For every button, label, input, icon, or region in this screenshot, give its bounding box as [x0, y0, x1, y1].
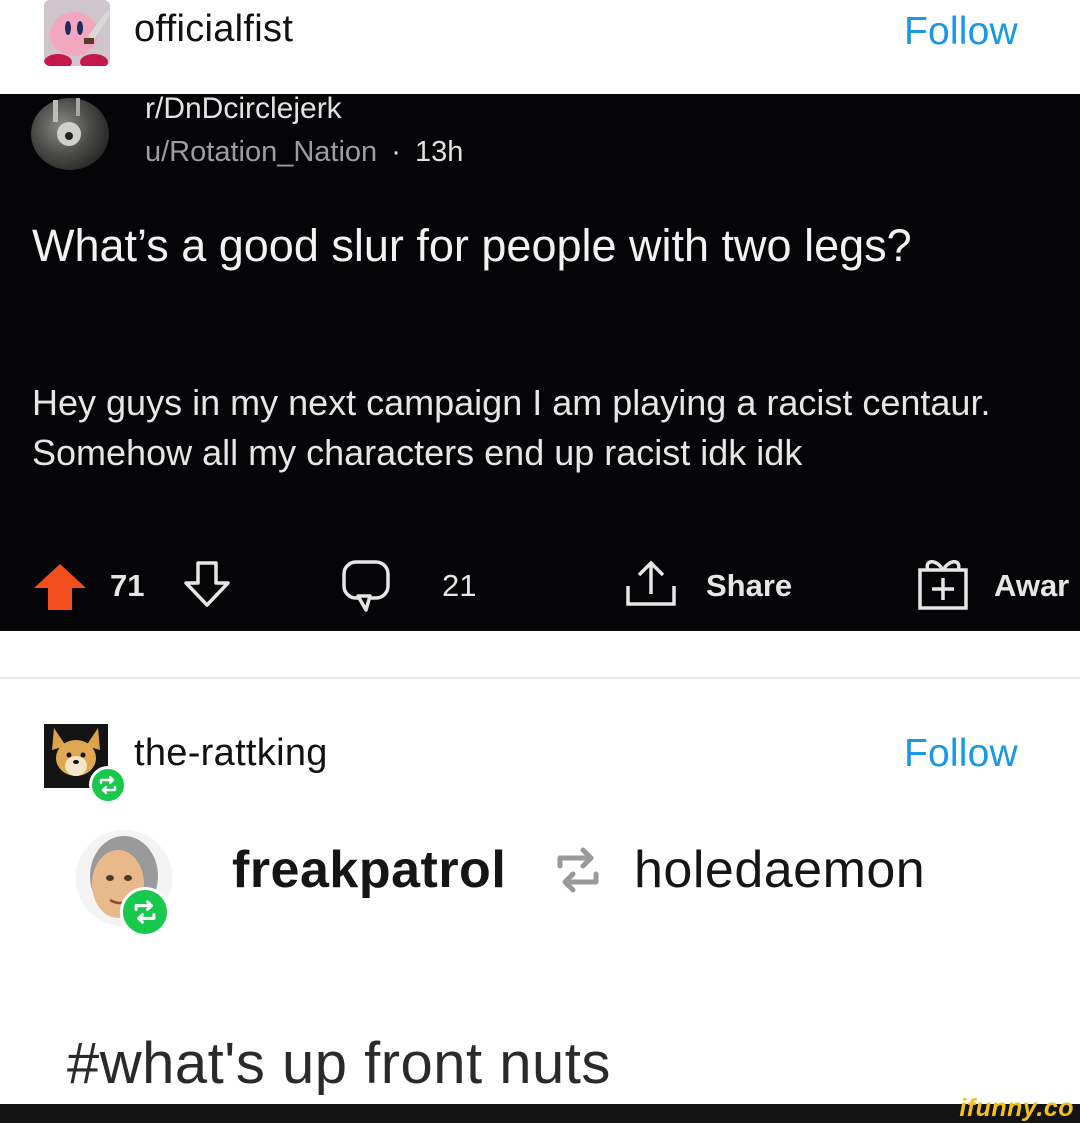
reblog-original-username[interactable]: holedaemon: [634, 840, 925, 900]
downvote-arrow-icon: [184, 561, 230, 607]
reblog-icon: [99, 775, 117, 795]
post-divider: [0, 677, 1080, 679]
reddit-avatar-icon: [53, 98, 81, 146]
comment-count: 21: [442, 568, 477, 603]
share-icon: [626, 560, 676, 606]
comment-bubble-icon: [342, 560, 390, 612]
reddit-post-body: Hey guys in my next campaign I am playin…: [32, 382, 991, 473]
reblog-arrow-icon: [557, 847, 599, 893]
upvote-count: 71: [110, 568, 145, 603]
upvote-arrow-icon: [34, 564, 86, 610]
share-label: Share: [706, 568, 793, 603]
post-age: 13h: [414, 136, 464, 168]
award-label: Awar: [994, 568, 1070, 603]
follow-button[interactable]: Follow: [904, 10, 1018, 54]
post-tag[interactable]: #what's up front nuts: [67, 1030, 611, 1097]
reddit-author: u/Rotation_Nation: [145, 136, 378, 168]
reddit-user-avatar: [31, 98, 109, 170]
reddit-post-title: What’s a good slur for people with two l…: [32, 220, 912, 271]
meta-separator: ·: [391, 136, 401, 168]
follow-button[interactable]: Follow: [904, 732, 1018, 776]
reddit-post-image: r/DnDcirclejerk u/Rotation_Nation · 13h …: [0, 94, 1080, 631]
kirby-knife-avatar-icon: [44, 0, 110, 66]
reddit-action-bar: 71 21 Share Awar: [0, 556, 1080, 616]
reddit-post-meta: u/Rotation_Nation · 13h: [145, 136, 463, 169]
award-gift-icon: [918, 560, 968, 610]
watermark-bar: [0, 1104, 1080, 1123]
reblog-icon: [134, 900, 156, 924]
post-author-username[interactable]: officialfist: [134, 8, 293, 51]
reblog-badge: [120, 887, 170, 937]
reblog-badge: [89, 766, 127, 804]
reblog-from-username[interactable]: freakpatrol: [232, 840, 506, 900]
ifunny-watermark: ifunny.co: [959, 1094, 1074, 1122]
post-author-username[interactable]: the-rattking: [134, 732, 328, 775]
officialfist-avatar[interactable]: [44, 0, 110, 66]
subreddit-name: r/DnDcirclejerk: [145, 94, 342, 125]
